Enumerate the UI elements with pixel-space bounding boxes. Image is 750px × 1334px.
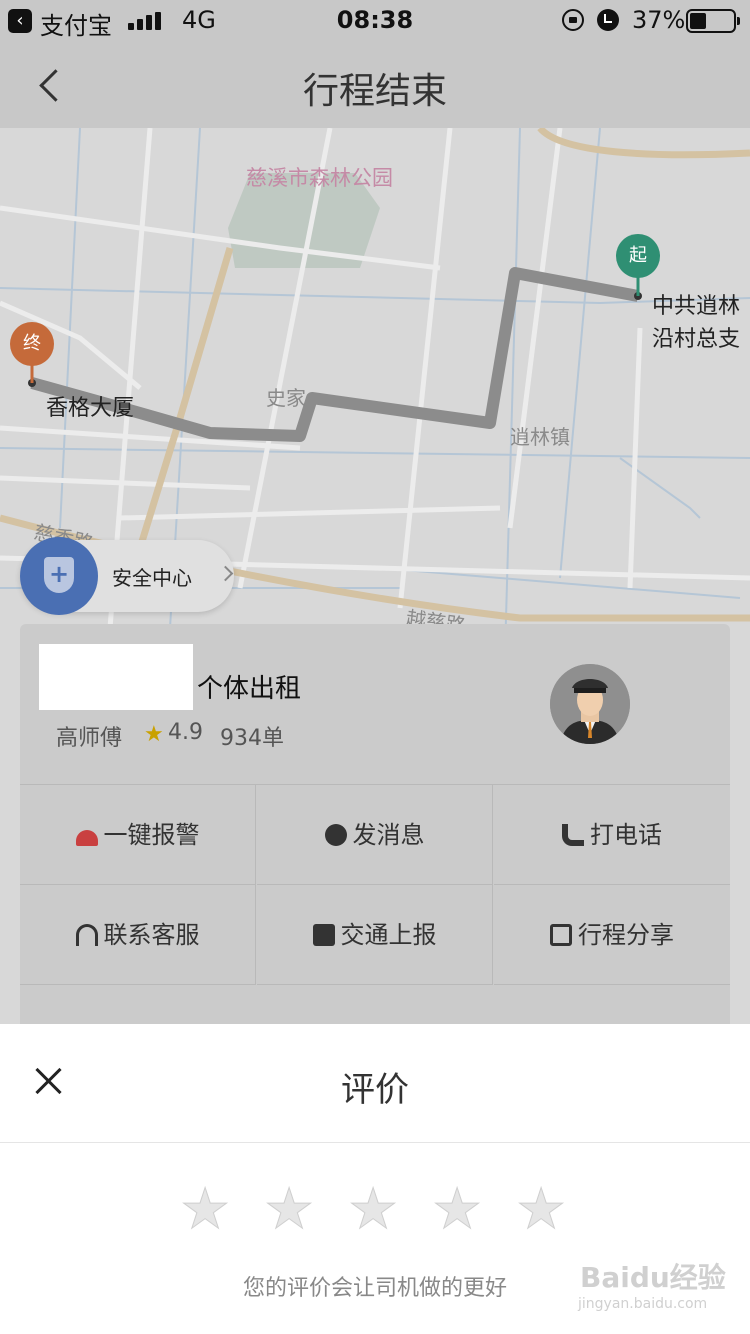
- start-pin[interactable]: 起: [616, 234, 660, 278]
- safety-center-label: 安全中心: [112, 566, 192, 590]
- divider: [0, 1142, 750, 1143]
- rating-sheet: 评价 ★ ★ ★ ★ ★ 您的评价会让司机做的更好 Baidu经验 jingyan.ba…: [0, 1024, 750, 1334]
- watermark-url: jingyan.baidu.com: [578, 1296, 708, 1312]
- star-4-icon[interactable]: ★: [431, 1181, 482, 1238]
- battery-icon: [686, 9, 740, 33]
- battery-percent: 37%: [632, 6, 686, 34]
- nav-bar: 行程结束: [0, 42, 750, 128]
- alarm-light-icon: [75, 830, 98, 846]
- action-grid: 一键报警 发消息 打电话 联系客服 交通上报 行程分享: [20, 784, 730, 985]
- action-label: 发消息: [352, 821, 425, 849]
- page-title: 行程结束: [302, 71, 447, 112]
- star-1-icon[interactable]: ★: [179, 1181, 230, 1238]
- alarm-icon: [597, 9, 619, 31]
- star-3-icon[interactable]: ★: [347, 1181, 398, 1238]
- chevron-right-icon: [217, 565, 234, 582]
- watermark-logo: Baidu经验: [580, 1261, 726, 1294]
- plate-number-redacted: [39, 644, 193, 710]
- safety-badge: +: [20, 537, 98, 615]
- status-bar: ‹ 支付宝 4G 08:38 37%: [0, 0, 750, 42]
- map-label-park: 慈溪市森林公园: [246, 166, 393, 190]
- phone-icon: [562, 824, 584, 846]
- traffic-report-button[interactable]: 交通上报: [257, 885, 493, 985]
- shield-icon: +: [44, 557, 74, 593]
- driver-avatar[interactable]: [550, 664, 630, 744]
- action-label: 交通上报: [340, 921, 437, 949]
- driver-card: 个体出租 高师傅 ★ 4.9 934单 一键报警 发消息 打电话 联系客服 交通…: [20, 624, 730, 1024]
- safety-center-button[interactable]: + 安全中心: [20, 537, 234, 615]
- star-2-icon[interactable]: ★: [263, 1181, 314, 1238]
- message-icon: [324, 824, 347, 846]
- share-trip-button[interactable]: 行程分享: [494, 885, 730, 985]
- end-pin[interactable]: 终: [10, 322, 54, 366]
- contact-support-button[interactable]: 联系客服: [20, 885, 256, 985]
- car-type: 个体出租: [197, 674, 302, 704]
- emergency-alarm-button[interactable]: 一键报警: [20, 785, 256, 885]
- report-icon: [312, 924, 335, 946]
- end-location-label: 香格大厦: [46, 396, 135, 421]
- start-location-line1: 中共逍林: [652, 294, 741, 319]
- map-label-town: 逍林镇: [510, 425, 570, 449]
- star-rating: ★ ★ ★ ★ ★: [179, 1181, 580, 1238]
- rating-title: 评价: [341, 1070, 409, 1110]
- call-driver-button[interactable]: 打电话: [494, 785, 730, 885]
- rotation-lock-icon: [562, 9, 584, 31]
- action-label: 行程分享: [578, 921, 674, 949]
- action-label: 一键报警: [103, 821, 200, 849]
- driver-name: 高师傅: [56, 726, 123, 751]
- send-message-button[interactable]: 发消息: [257, 785, 493, 885]
- driver-rating: 4.9: [168, 720, 203, 745]
- headset-icon: [75, 924, 98, 946]
- driver-order-count: 934单: [220, 726, 284, 751]
- star-5-icon[interactable]: ★: [515, 1181, 566, 1238]
- action-label: 联系客服: [103, 921, 200, 949]
- star-icon: ★: [144, 722, 164, 747]
- share-icon: [550, 924, 572, 946]
- action-label: 打电话: [590, 821, 662, 849]
- start-location-line2: 沿村总支: [652, 327, 741, 352]
- map-label-village: 史家: [266, 386, 306, 410]
